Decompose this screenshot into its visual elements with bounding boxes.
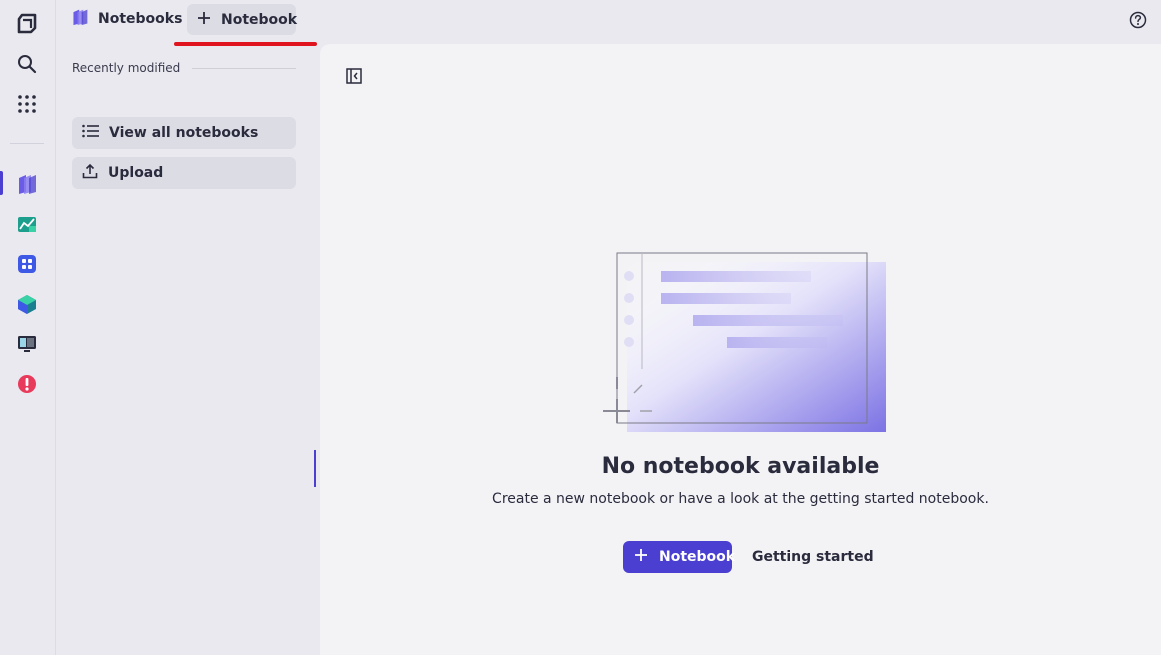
section-title: Recently modified	[72, 61, 181, 75]
plus-icon	[197, 11, 211, 29]
notebooks-app-icon[interactable]	[14, 171, 40, 197]
new-notebook-tab-label: Notebook	[221, 11, 298, 28]
getting-started-button[interactable]: Getting started	[742, 541, 884, 573]
empty-state-illustration	[600, 249, 887, 439]
empty-state-title: No notebook available	[601, 454, 880, 479]
upload-button[interactable]: Upload	[72, 157, 296, 189]
section-divider	[192, 67, 296, 69]
create-notebook-button[interactable]: Notebook	[623, 541, 736, 573]
dynatrace-logo-icon[interactable]	[14, 11, 40, 37]
rail-divider	[10, 143, 44, 144]
monitor-app-icon[interactable]	[14, 331, 40, 357]
upload-label: Upload	[108, 165, 164, 181]
notebooks-app-tab[interactable]: Notebooks	[71, 4, 182, 34]
dashboards-app-icon[interactable]	[14, 211, 40, 237]
plus-icon	[634, 548, 648, 566]
problems-app-icon[interactable]	[14, 371, 40, 397]
help-icon[interactable]	[1129, 11, 1147, 29]
app-rail	[0, 0, 56, 655]
notebooks-app-icon	[71, 8, 89, 30]
create-notebook-label: Notebook	[659, 549, 736, 565]
recently-modified-header: Recently modified	[72, 61, 296, 75]
sidebar-resize-handle[interactable]	[314, 450, 316, 487]
notebooks-sidebar: Recently modified View all notebooks Upl…	[57, 44, 320, 655]
upload-icon	[82, 163, 98, 183]
search-icon[interactable]	[14, 51, 40, 77]
app-title: Notebooks	[98, 11, 183, 27]
infrastructure-app-icon[interactable]	[14, 291, 40, 317]
main-content: No notebook available Create a new noteb…	[320, 44, 1161, 655]
view-all-label: View all notebooks	[109, 125, 259, 141]
apps-grid-icon[interactable]	[14, 91, 40, 117]
active-app-indicator	[0, 171, 3, 195]
view-all-notebooks-button[interactable]: View all notebooks	[72, 117, 296, 149]
top-bar: Notebooks Notebook	[57, 0, 1161, 46]
collapse-sidebar-icon[interactable]	[346, 68, 362, 84]
list-icon	[82, 124, 99, 142]
empty-state-subtitle: Create a new notebook or have a look at …	[492, 491, 989, 507]
new-notebook-tab[interactable]: Notebook	[187, 4, 298, 35]
workflows-app-icon[interactable]	[14, 251, 40, 277]
